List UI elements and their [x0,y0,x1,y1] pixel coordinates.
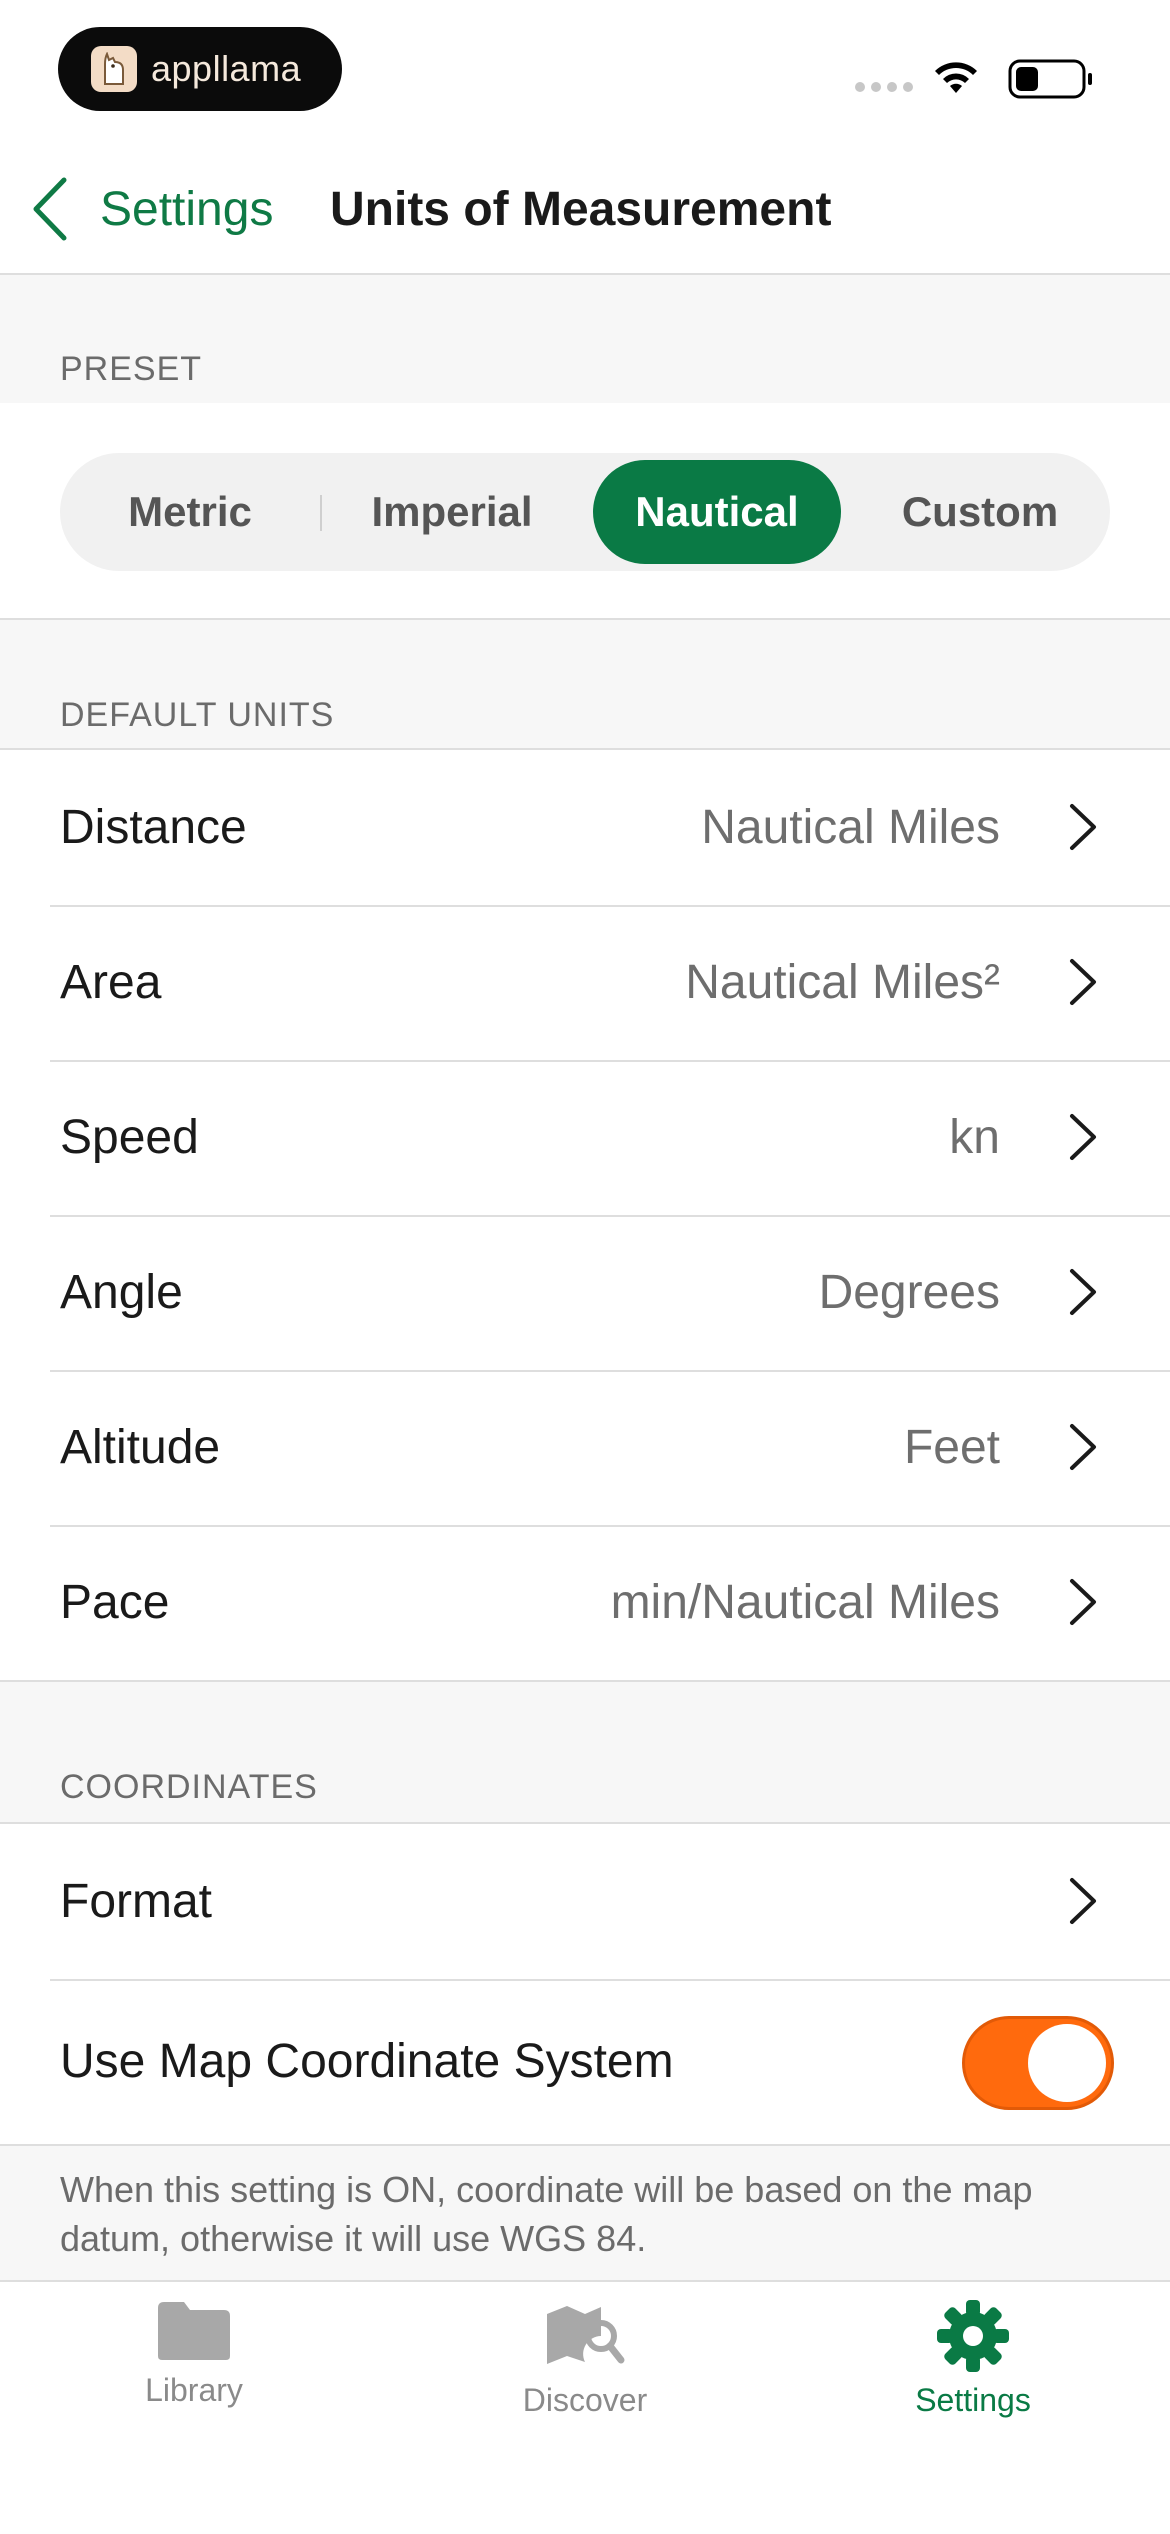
preset-segmented-control: Metric Imperial Nautical Custom [60,453,1110,571]
row-label: Pace [60,1576,170,1629]
row-label: Speed [60,1111,199,1164]
llama-logo-icon [91,46,137,92]
tab-discover[interactable]: Discover [435,2298,735,2419]
chevron-left-icon [33,177,67,241]
row-label: Angle [60,1266,183,1319]
row-label: Area [60,956,162,1009]
chevron-right-icon [1070,959,1096,1005]
brand-name: appllama [151,48,302,89]
status-bar: appllama [0,0,1170,150]
section-header-preset: PRESET [60,350,203,388]
page-title: Units of Measurement [330,183,832,236]
battery-icon [1008,59,1092,99]
row-value: Nautical Miles [701,801,1000,854]
cellular-signal-icon [855,82,913,92]
preset-option-imperial[interactable]: Imperial [322,460,582,564]
row-label: Format [60,1875,213,1928]
section-header-coordinates: COORDINATES [60,1768,318,1806]
chevron-right-icon [1070,804,1096,850]
coordinates-list: Format Use Map Coordinate System [0,1822,1170,2146]
tab-label: Discover [522,2382,648,2418]
row-angle[interactable]: Angle Degrees [0,1215,1170,1370]
row-value: Feet [903,1421,1000,1474]
gear-icon [937,2300,1009,2372]
row-label: Distance [60,801,247,854]
tab-library[interactable]: Library [44,2298,344,2409]
wifi-icon [935,62,977,93]
row-map-coordinate-system: Use Map Coordinate System [0,1979,1170,2144]
preset-option-metric[interactable]: Metric [60,460,320,564]
chevron-right-icon [1070,1269,1096,1315]
row-value: min/Nautical Miles [610,1576,1000,1629]
chevron-right-icon [1070,1424,1096,1470]
tab-label: Settings [915,2382,1031,2418]
back-label: Settings [100,182,274,236]
row-value: kn [949,1111,1000,1164]
map-search-icon [547,2306,625,2364]
row-distance[interactable]: Distance Nautical Miles [0,750,1170,905]
chevron-right-icon [1070,1579,1096,1625]
coordinates-footnote: When this setting is ON, coordinate will… [60,2169,1033,2259]
folder-icon [158,2302,230,2360]
row-speed[interactable]: Speed kn [0,1060,1170,1215]
preset-option-custom[interactable]: Custom [850,460,1110,564]
row-label: Use Map Coordinate System [60,2035,674,2088]
row-value: Nautical Miles² [685,956,1000,1009]
row-format[interactable]: Format [0,1824,1170,1979]
section-header-default-units: DEFAULT UNITS [60,696,335,734]
row-value: Degrees [818,1266,1000,1319]
row-label: Altitude [60,1421,221,1474]
row-altitude[interactable]: Altitude Feet [0,1370,1170,1525]
default-units-list: Distance Nautical Miles Area Nautical Mi… [0,748,1170,1682]
preset-panel: Metric Imperial Nautical Custom [0,403,1170,620]
tab-bar: Library Discover Settings [0,2280,1170,2534]
chevron-right-icon [1070,1114,1096,1160]
back-button[interactable]: Settings [30,172,273,246]
nav-bar: Settings Units of Measurement [0,150,1170,275]
map-coordinate-system-toggle[interactable] [962,2016,1114,2110]
tab-settings[interactable]: Settings [823,2298,1123,2419]
brand-pill[interactable]: appllama [58,27,342,111]
row-area[interactable]: Area Nautical Miles² [0,905,1170,1060]
tab-label: Library [145,2372,243,2408]
toggle-knob [1028,2024,1106,2102]
preset-option-nautical[interactable]: Nautical [593,460,841,564]
chevron-right-icon [1070,1878,1096,1924]
row-pace[interactable]: Pace min/Nautical Miles [0,1525,1170,1680]
